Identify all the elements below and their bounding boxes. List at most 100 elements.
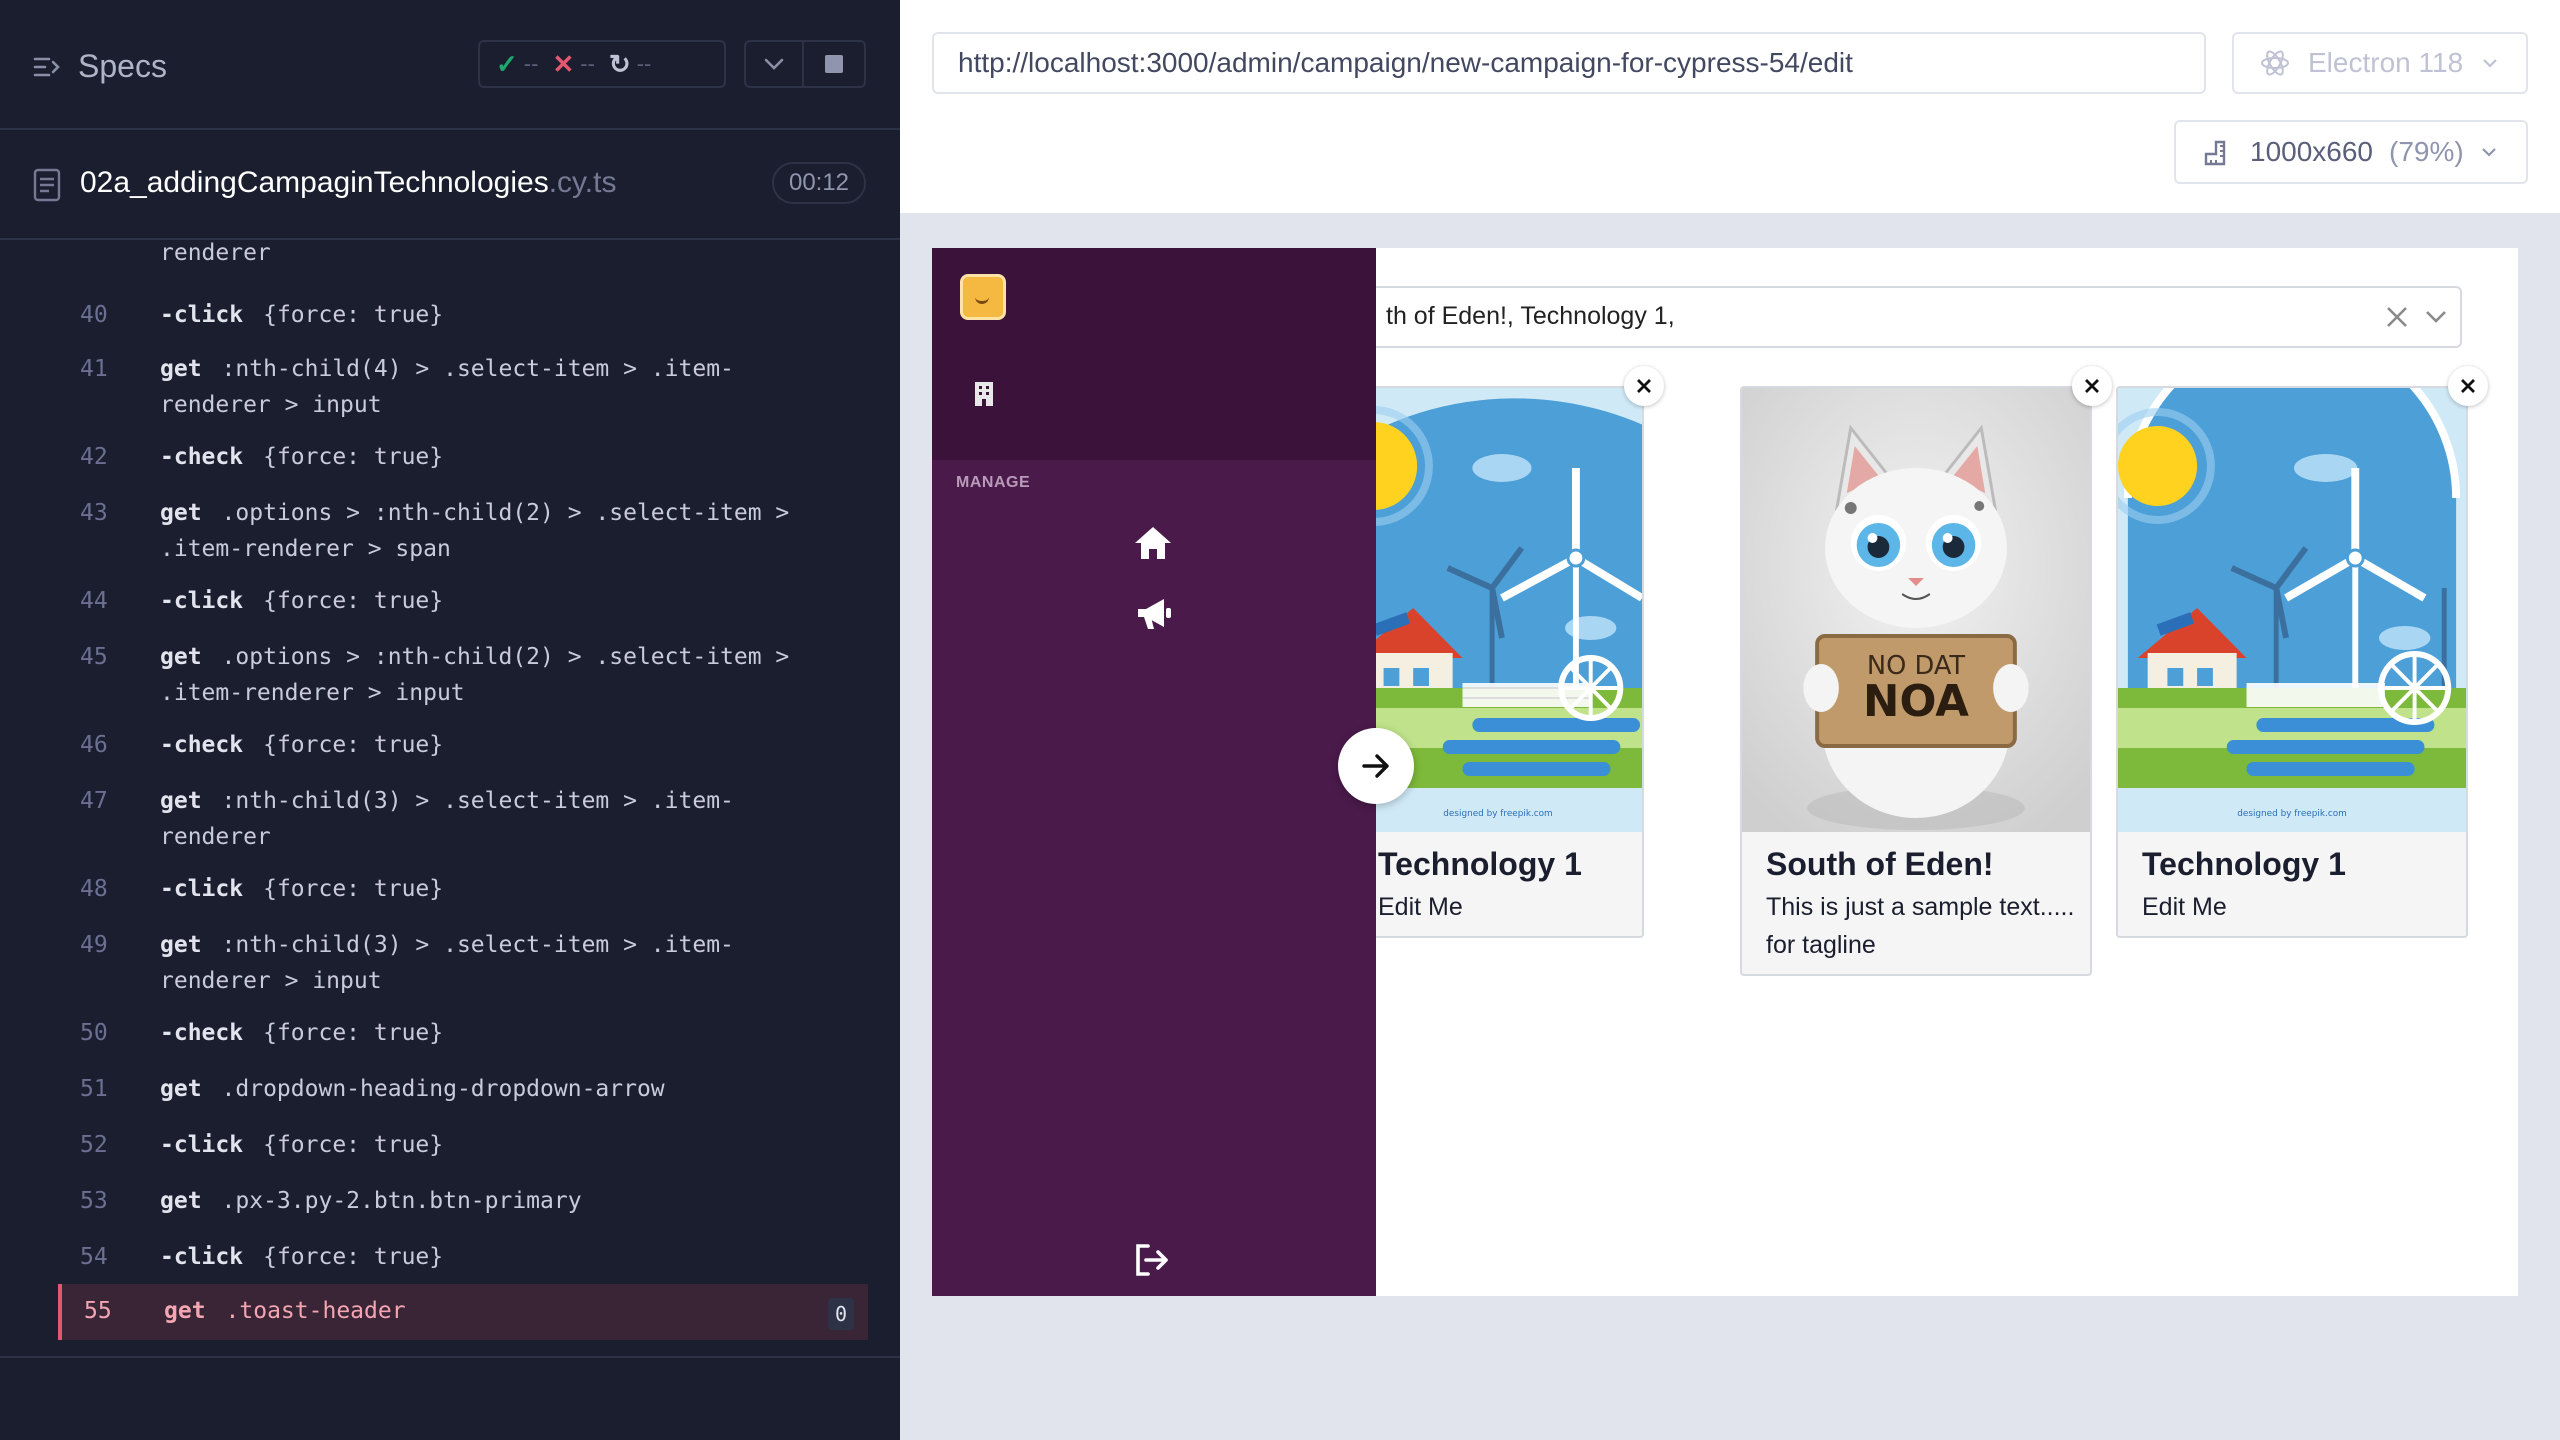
spec-file-name[interactable]: 02a_addingCampaginTechnologies.cy.ts <box>80 166 616 200</box>
cat-no-data-image: NO DAT NOA <box>1742 388 2090 832</box>
line-number: 44 <box>80 588 108 614</box>
spec-duration: 00:12 <box>772 162 866 204</box>
viewport-size: 1000x660 <box>2250 136 2374 167</box>
line-number: 43 <box>80 500 108 526</box>
card-title: Technology 1 <box>1378 846 1582 882</box>
clear-icon[interactable] <box>2384 302 2410 332</box>
chevron-down-icon <box>2481 148 2496 157</box>
document-icon <box>33 168 61 202</box>
command-args: .toast-header <box>225 1298 406 1324</box>
command-log-line[interactable]: 51 get .dropdown-heading-dropdown-arrow <box>58 1070 868 1112</box>
command-log-line[interactable]: 40 -click {force: true} <box>58 296 868 338</box>
svg-text:designed by freepik.com: designed by freepik.com <box>1443 809 1552 819</box>
command-name: get:nth-child(3) > .select-item > .item- <box>160 932 734 958</box>
command-log-line[interactable]: 46 -check {force: true} <box>58 726 868 768</box>
command-args-wrap: renderer > input <box>160 392 382 418</box>
megaphone-icon[interactable] <box>1134 596 1174 632</box>
url-bar[interactable]: http://localhost:3000/admin/campaign/new… <box>932 32 2206 94</box>
command-log-line[interactable]: 47 get:nth-child(3) > .select-item > .ite… <box>58 782 868 858</box>
remove-card-button[interactable] <box>2072 366 2112 406</box>
log-line-partial: renderer <box>160 240 271 266</box>
command-args: {force: true} <box>263 1244 444 1270</box>
aut-header: http://localhost:3000/admin/campaign/new… <box>900 0 2560 215</box>
spinner-icon: ↻ <box>608 48 631 79</box>
command-args: {force: true} <box>263 302 444 328</box>
technology-card[interactable]: NO DAT NOA South of Eden! This is just a… <box>1740 386 2092 976</box>
browser-selector[interactable]: Electron 118 <box>2232 32 2528 94</box>
command-log-line[interactable]: 42 -check {force: true} <box>58 438 868 480</box>
command-log-panel: Specs ✓ -- ✕ -- ↻ -- 02a_addingCampaginTech… <box>0 0 900 1440</box>
command-args: :nth-child(4) > .select-item > .item- <box>221 356 734 382</box>
command-log-line[interactable]: 48 -click {force: true} <box>58 870 868 912</box>
command-log-line[interactable]: 54 -click {force: true} <box>58 1238 868 1280</box>
command-log-line[interactable]: 50 -check {force: true} <box>58 1014 868 1056</box>
app-logo[interactable] <box>960 274 1006 320</box>
technology-card[interactable]: designed by freepik.com Technology 1 Edi… <box>2116 386 2468 938</box>
browser-label: Electron 118 <box>2308 47 2464 78</box>
command-name: -click {force: true} <box>160 876 444 902</box>
command-log-line[interactable]: 41 get:nth-child(4) > .select-item > .ite… <box>58 350 868 426</box>
viewport-zoom: (79%) <box>2389 136 2464 167</box>
chevron-down-icon[interactable] <box>2424 308 2448 326</box>
command-name: -click {force: true} <box>160 302 444 328</box>
command-log-line[interactable]: 53 get .px-3.py-2.btn.btn-primary <box>58 1182 868 1224</box>
line-number: 42 <box>80 444 108 470</box>
building-icon[interactable] <box>972 380 996 408</box>
command-name: get .options > :nth-child(2) > .select-it… <box>160 644 790 670</box>
line-number: 51 <box>80 1076 108 1102</box>
expand-sidebar-button[interactable] <box>1338 728 1414 804</box>
check-icon: ✓ <box>496 48 518 79</box>
windmill-house-image: designed by freepik.com <box>2118 388 2466 832</box>
chevron-down-icon <box>2483 59 2497 68</box>
app-frame: th of Eden!, Technology 1, designed by f… <box>932 248 2518 1296</box>
line-number: 41 <box>80 356 108 382</box>
command-args: {force: true} <box>263 1020 444 1046</box>
card-subtitle: Edit Me <box>2142 893 2227 921</box>
line-number: 47 <box>80 788 108 814</box>
test-stats: ✓ -- ✕ -- ↻ -- <box>478 40 726 88</box>
remove-card-button[interactable] <box>2448 366 2488 406</box>
specs-label[interactable]: Specs <box>78 48 167 85</box>
command-name: get:nth-child(3) > .select-item > .item- <box>160 788 734 814</box>
command-name: -click {force: true} <box>160 588 444 614</box>
command-name: get .toast-header <box>164 1298 406 1324</box>
command-name: -check {force: true} <box>160 1020 444 1046</box>
command-args: .dropdown-heading-dropdown-arrow <box>221 1076 665 1102</box>
ruler-icon <box>2204 140 2226 166</box>
command-log-line[interactable]: 52 -click {force: true} <box>58 1126 868 1168</box>
command-args: .px-3.py-2.btn.btn-primary <box>221 1188 582 1214</box>
command-name: -click {force: true} <box>160 1132 444 1158</box>
home-icon[interactable] <box>1132 524 1174 562</box>
card-title: South of Eden! <box>1766 846 1994 882</box>
command-log-line[interactable]: 44 -click {force: true} <box>58 582 868 624</box>
command-args: :nth-child(3) > .select-item > .item- <box>221 932 734 958</box>
viewport-selector[interactable]: 1000x660 (79%) <box>2174 120 2528 184</box>
technology-card[interactable]: designed by freepik.com Technology 1 Edi… <box>1352 386 1644 938</box>
command-name: -click {force: true} <box>160 1244 444 1270</box>
remove-card-button[interactable] <box>1624 366 1664 406</box>
passed-stat: ✓ -- <box>496 48 539 79</box>
svg-text:designed by freepik.com: designed by freepik.com <box>2237 809 2347 819</box>
failed-stat: ✕ -- <box>552 48 595 79</box>
technologies-multiselect[interactable]: th of Eden!, Technology 1, <box>1352 286 2462 348</box>
line-number: 48 <box>80 876 108 902</box>
line-number: 52 <box>80 1132 108 1158</box>
command-log-line[interactable]: 43 get .options > :nth-child(2) > .select-… <box>58 494 868 570</box>
command-args: {force: true} <box>263 876 444 902</box>
command-log-line[interactable]: 45 get .options > :nth-child(2) > .select-… <box>58 638 868 714</box>
command-name: get:nth-child(4) > .select-item > .item- <box>160 356 734 382</box>
card-subtitle: This is just a sample text..... for tagl… <box>1766 893 2075 959</box>
command-name: get .px-3.py-2.btn.btn-primary <box>160 1188 582 1214</box>
divider <box>0 1356 900 1358</box>
command-args-wrap: renderer > input <box>160 968 382 994</box>
line-number: 40 <box>80 302 108 328</box>
stop-button[interactable] <box>804 40 866 88</box>
line-number: 45 <box>80 644 108 670</box>
close-icon <box>2461 379 2475 393</box>
command-log-line[interactable]: 49 get:nth-child(3) > .select-item > .ite… <box>58 926 868 1002</box>
logout-icon[interactable] <box>1132 1242 1172 1278</box>
pending-stat: ↻ -- <box>608 48 652 79</box>
specs-menu-icon[interactable] <box>32 52 62 82</box>
collapse-button[interactable] <box>744 40 804 88</box>
command-log-line[interactable]: 55 get .toast-header 0 <box>58 1284 868 1340</box>
